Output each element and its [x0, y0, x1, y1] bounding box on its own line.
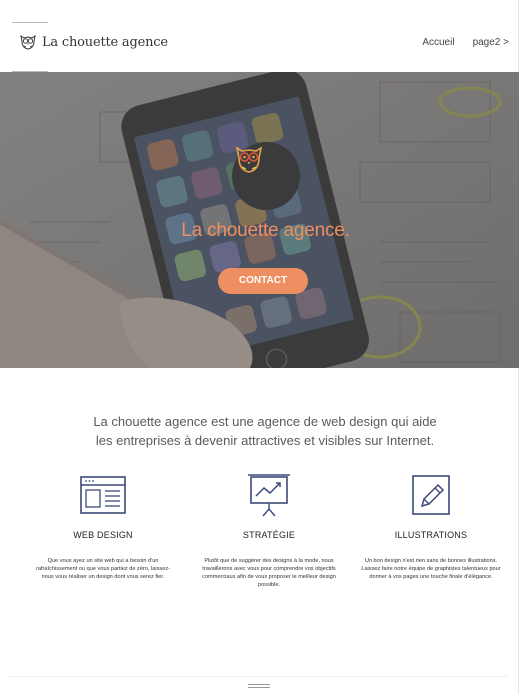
intro-text: La chouette agence est une agence de web…	[40, 412, 490, 450]
nav-page2[interactable]: page2 >	[473, 37, 509, 48]
browser-layout-icon	[80, 476, 126, 514]
owl-icon	[235, 146, 263, 173]
hero-banner: La chouette agence. CONTACT	[0, 72, 519, 368]
owl-badge	[232, 142, 300, 210]
service-web-design: WEB DESIGN Que vous ayez un site web qui…	[28, 472, 178, 581]
site-header: La chouette agence Accueil page2 >	[0, 12, 519, 72]
service-description: Un bon design n'est rien sans de bonnes …	[361, 558, 501, 580]
hero-title: La chouette agence.	[181, 220, 350, 241]
nav-accueil[interactable]: Accueil	[422, 37, 454, 48]
section-divider	[8, 676, 508, 677]
service-description: Que vous ayez un site web qui a besoin d…	[35, 558, 170, 580]
service-description: Plutôt que de suggérer des designs à la …	[202, 558, 336, 588]
header-divider	[12, 22, 48, 23]
presentation-chart-icon	[248, 474, 290, 517]
service-strategie: STRATÉGIE Plutôt que de suggérer des des…	[194, 472, 344, 589]
owl-logo-icon	[20, 34, 36, 50]
brand-link[interactable]: La chouette agence	[18, 32, 168, 52]
intro-line-2: les entreprises à devenir attractives et…	[95, 433, 435, 448]
service-title: WEB DESIGN	[73, 530, 133, 540]
drag-handle-icon[interactable]	[248, 684, 270, 690]
service-title: STRATÉGIE	[242, 530, 296, 540]
pencil-icon	[412, 475, 450, 515]
service-illustrations: ILLUSTRATIONS Un bon design n'est rien s…	[356, 472, 506, 581]
service-title: ILLUSTRATIONS	[394, 530, 468, 540]
brand-name: La chouette agence	[42, 34, 168, 50]
main-nav: Accueil page2 >	[422, 37, 509, 48]
contact-button[interactable]: CONTACT	[218, 268, 308, 294]
intro-line-1: La chouette agence est une agence de web…	[93, 414, 437, 429]
page: La chouette agence Accueil page2 > La ch…	[0, 0, 519, 694]
